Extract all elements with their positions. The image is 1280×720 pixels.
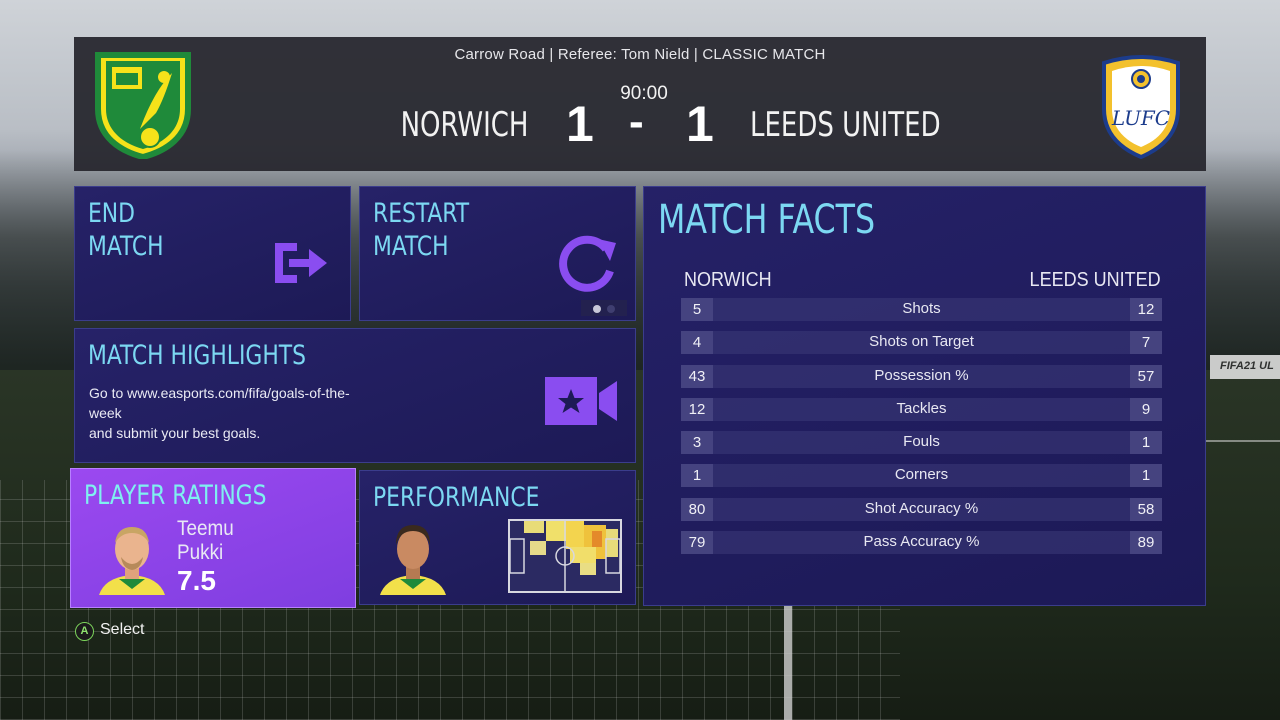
match-highlights-title: MATCH HIGHLIGHTS <box>88 340 307 371</box>
facts-home-team: NORWICH <box>684 269 772 291</box>
match-facts-title: MATCH FACTS <box>658 197 876 243</box>
highlights-description: Go to www.easports.com/fifa/goals-of-the… <box>89 385 350 441</box>
match-info: Carrow Road | Referee: Tom Nield | CLASS… <box>454 46 826 63</box>
match-highlights-tile[interactable]: MATCH HIGHLIGHTS Go to www.easports.com/… <box>74 328 636 463</box>
scoreboard-header: Carrow Road | Referee: Tom Nield | CLASS… <box>74 37 1206 171</box>
stat-row-tackles: 12 Tackles 9 <box>681 397 1162 421</box>
exit-arrow-icon <box>275 243 327 283</box>
page-dot-active <box>593 305 601 313</box>
norwich-canary-crest-icon <box>95 52 191 159</box>
stat-row-corners: 1 Corners 1 <box>681 464 1162 488</box>
home-score: 1 <box>566 96 594 152</box>
away-team-name: LEEDS UNITED <box>750 105 941 145</box>
restart-match-title: RESTART MATCH <box>373 198 470 262</box>
score-separator: - <box>629 97 644 146</box>
ad-board: FIFA21 UL <box>1210 355 1280 379</box>
match-clock: 90:00 <box>620 83 668 104</box>
page-dot <box>607 305 615 313</box>
performance-tile[interactable]: PERFORMANCE <box>359 470 636 605</box>
leeds-rose-crest-icon: LUFC <box>1102 55 1180 159</box>
away-score: 1 <box>686 96 714 152</box>
select-hint: Select <box>100 621 145 638</box>
stat-row-fouls: 3 Fouls 1 <box>681 431 1162 455</box>
performance-title: PERFORMANCE <box>373 482 540 513</box>
stat-row-pass-accuracy: 79 Pass Accuracy % 89 <box>681 531 1162 555</box>
pitch-line <box>1205 440 1280 442</box>
player-ratings-title: PLAYER RATINGS <box>84 480 267 511</box>
player-first-name: Teemu <box>177 517 234 540</box>
player-portrait-avatar <box>380 525 446 595</box>
a-button-icon[interactable]: A <box>75 622 94 641</box>
stat-row-shots: 5 Shots 12 <box>681 298 1162 321</box>
page-indicator <box>581 300 627 316</box>
stats-table: 5 Shots 12 4 Shots on Target 7 43 Possession … <box>681 298 1162 564</box>
restart-icon <box>559 235 616 292</box>
player-last-name: Pukki <box>177 541 224 564</box>
stat-row-shots-on-target: 4 Shots on Target 7 <box>681 331 1162 355</box>
player-ratings-tile[interactable]: PLAYER RATINGS Teemu Pukki 7.5 <box>70 468 356 608</box>
player-portrait-avatar <box>99 527 165 595</box>
svg-text:LUFC: LUFC <box>1111 106 1170 130</box>
facts-away-team: LEEDS UNITED <box>1029 269 1161 291</box>
player-rating-value: 7.5 <box>177 565 216 596</box>
home-team-name: NORWICH <box>400 105 528 145</box>
stat-row-shot-accuracy: 80 Shot Accuracy % 58 <box>681 497 1162 521</box>
match-facts-panel: MATCH FACTS NORWICH LEEDS UNITED 5 Shots 1… <box>643 186 1206 606</box>
video-star-icon <box>545 377 617 425</box>
heatmap <box>508 519 622 593</box>
stat-row-possession: 43 Possession % 57 <box>681 364 1162 388</box>
end-match-title: END MATCH <box>88 198 164 262</box>
restart-match-tile[interactable]: RESTART MATCH <box>359 186 636 321</box>
end-match-tile[interactable]: END MATCH <box>74 186 351 321</box>
goal-post <box>784 600 792 720</box>
